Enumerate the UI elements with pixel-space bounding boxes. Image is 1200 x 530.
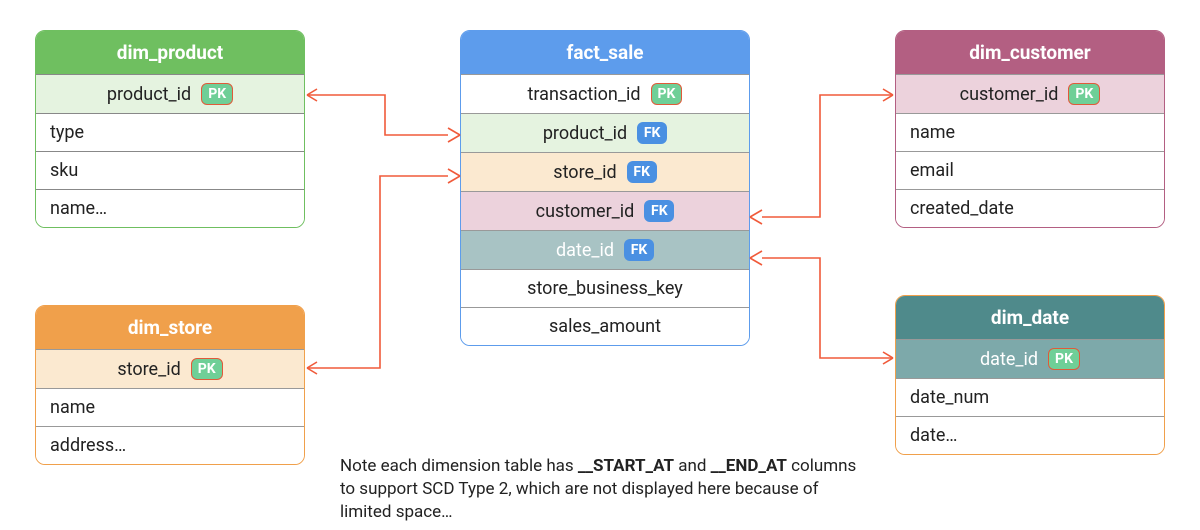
table-row: product_id FK xyxy=(461,113,749,152)
table-row: email xyxy=(896,151,1164,189)
col-label: store_business_key xyxy=(527,278,683,299)
table-fact-sale: fact_sale transaction_id PK product_id F… xyxy=(460,30,750,346)
col-label: sku xyxy=(50,160,78,181)
pk-badge: PK xyxy=(191,358,223,380)
table-row: transaction_id PK xyxy=(461,74,749,113)
col-label: store_id xyxy=(553,162,616,183)
table-row: created_date xyxy=(896,189,1164,227)
fk-badge: FK xyxy=(624,239,654,261)
col-label: date_id xyxy=(556,240,614,261)
pk-badge: PK xyxy=(1048,348,1080,370)
col-label: name… xyxy=(50,198,107,219)
table-dim-customer: dim_customer customer_id PK name email c… xyxy=(895,30,1165,228)
table-header: dim_date xyxy=(896,296,1164,339)
col-label: address… xyxy=(50,435,126,456)
col-label: customer_id xyxy=(960,84,1059,105)
note-text: and xyxy=(674,456,711,476)
col-label: product_id xyxy=(107,84,191,105)
col-label: transaction_id xyxy=(528,84,641,105)
table-header: dim_product xyxy=(36,31,304,74)
pk-badge: PK xyxy=(201,83,233,105)
table-row: date_id PK xyxy=(896,339,1164,378)
col-label: date_id xyxy=(980,349,1038,370)
col-label: name xyxy=(50,397,95,418)
table-row: date… xyxy=(896,416,1164,454)
table-row: name xyxy=(896,113,1164,151)
col-label: email xyxy=(910,160,954,181)
table-dim-store: dim_store store_id PK name address… xyxy=(35,305,305,465)
table-row: product_id PK xyxy=(36,74,304,113)
col-label: created_date xyxy=(910,198,1014,219)
note-bold: __END_AT xyxy=(711,456,787,476)
col-label: date_num xyxy=(910,387,989,408)
table-row: store_id FK xyxy=(461,152,749,191)
table-dim-product: dim_product product_id PK type sku name… xyxy=(35,30,305,228)
pk-badge: PK xyxy=(651,83,683,105)
table-row: sales_amount xyxy=(461,307,749,345)
footnote: Note each dimension table has __START_AT… xyxy=(340,455,870,524)
table-header: fact_sale xyxy=(461,31,749,74)
col-label: customer_id xyxy=(536,201,635,222)
col-label: store_id xyxy=(117,359,180,380)
table-row: type xyxy=(36,113,304,151)
col-label: date… xyxy=(910,425,957,446)
col-label: type xyxy=(50,122,84,143)
table-dim-date: dim_date date_id PK date_num date… xyxy=(895,295,1165,455)
table-row: sku xyxy=(36,151,304,189)
table-row: address… xyxy=(36,426,304,464)
col-label: name xyxy=(910,122,955,143)
table-row: name xyxy=(36,388,304,426)
table-row: date_id FK xyxy=(461,230,749,269)
table-header: dim_customer xyxy=(896,31,1164,74)
table-row: store_id PK xyxy=(36,349,304,388)
fk-badge: FK xyxy=(637,122,667,144)
note-bold: __START_AT xyxy=(578,456,674,476)
table-header: dim_store xyxy=(36,306,304,349)
fk-badge: FK xyxy=(644,200,674,222)
table-row: customer_id FK xyxy=(461,191,749,230)
table-row: store_business_key xyxy=(461,269,749,307)
fk-badge: FK xyxy=(627,161,657,183)
col-label: sales_amount xyxy=(549,316,661,337)
note-text: Note each dimension table has xyxy=(340,456,578,476)
table-row: customer_id PK xyxy=(896,74,1164,113)
table-row: date_num xyxy=(896,378,1164,416)
table-row: name… xyxy=(36,189,304,227)
pk-badge: PK xyxy=(1068,83,1100,105)
col-label: product_id xyxy=(543,123,627,144)
